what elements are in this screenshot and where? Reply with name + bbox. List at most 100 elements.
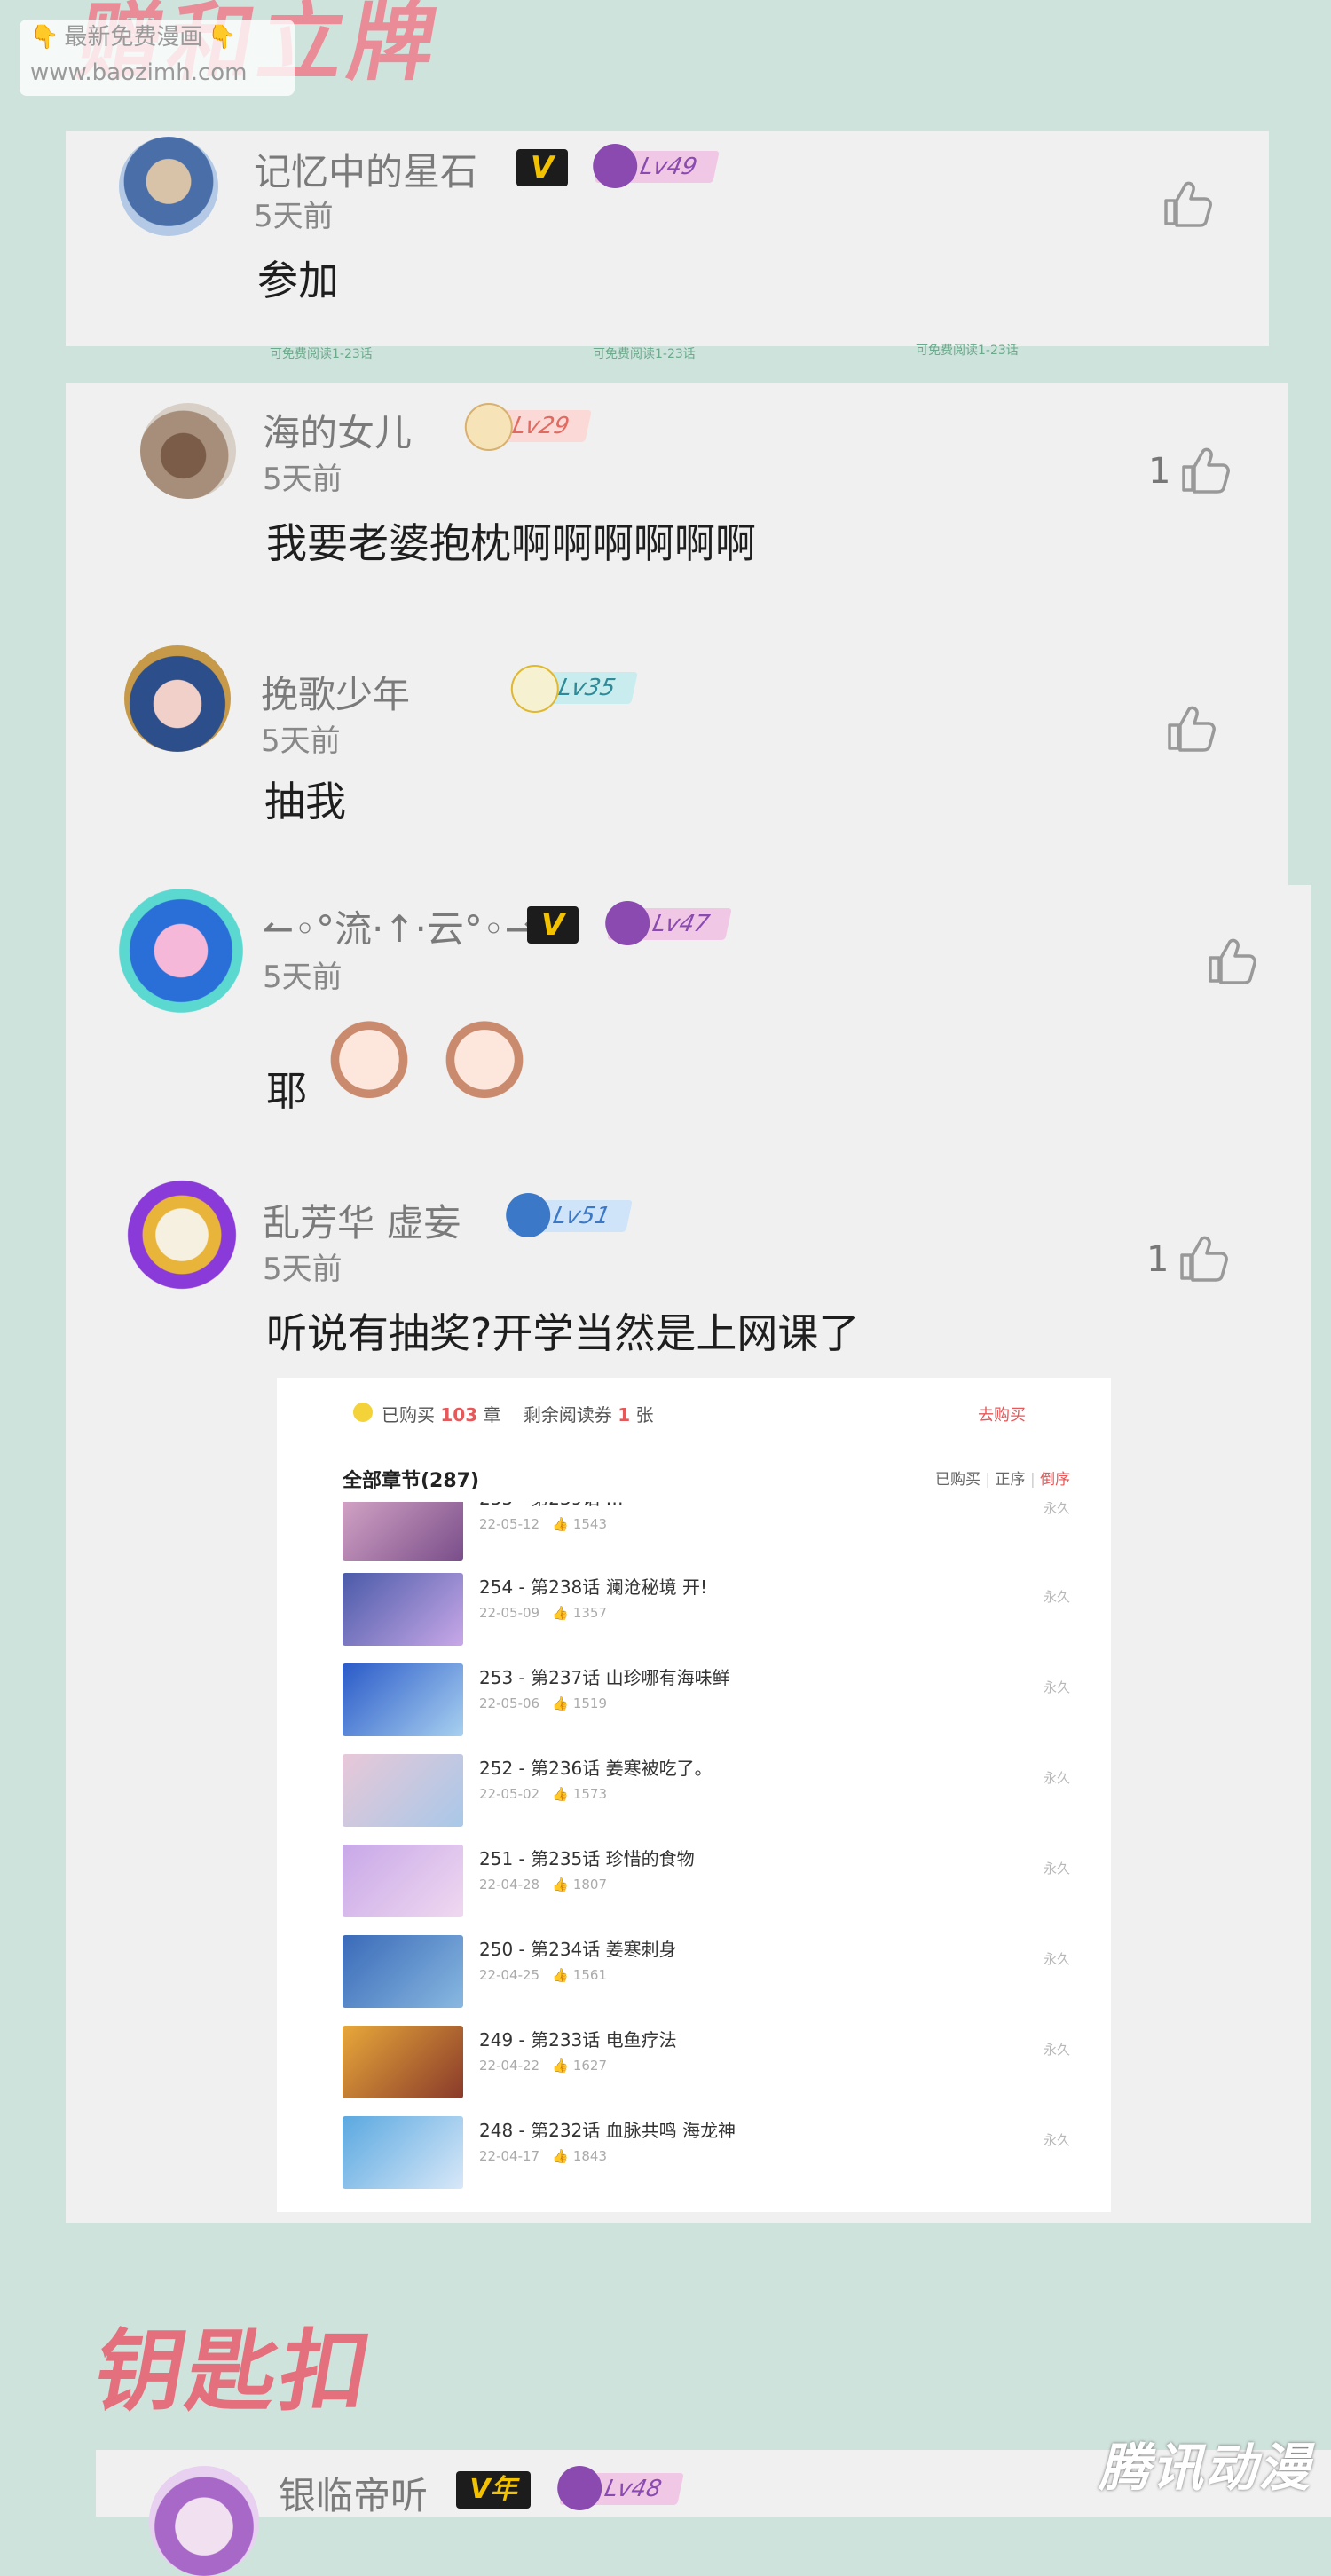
chapter-meta: 22-04-22 👍 1627 [479, 2058, 608, 2074]
chapter-thumbnail [343, 1502, 463, 1561]
thumbs-up-icon[interactable] [1164, 704, 1217, 754]
chapter-permission: 永久 [1043, 1589, 1070, 1605]
chapter-row[interactable]: 249 - 第233话 电鱼疗法 22-04-22 👍 1627 永久 [343, 2017, 1070, 2106]
purchase-summary: 已购买 103 章 剩余阅读券 1 张 [382, 1404, 654, 1426]
chapter-title: 250 - 第234话 姜寒刺身 [479, 1939, 677, 1960]
level-mascot-icon [510, 665, 559, 713]
faded-strip-text: 可免费阅读1-23话 [916, 344, 1019, 358]
chapter-thumbnail [343, 1754, 463, 1827]
chapter-meta: 22-05-12 👍 1543 [479, 1516, 608, 1532]
chapter-thumbnail [343, 1573, 463, 1646]
username[interactable]: 海的女儿 [263, 403, 412, 457]
chapter-title: 254 - 第238话 澜沧秘境 开! [479, 1576, 708, 1598]
chapter-title: 251 - 第235话 珍惜的食物 [479, 1848, 695, 1869]
timestamp: 5天前 [261, 723, 341, 759]
avatar[interactable] [149, 2466, 259, 2576]
chapter-meta: 22-05-02 👍 1573 [479, 1786, 608, 1802]
chapter-row[interactable]: 253 - 第237话 山珍哪有海味鲜 22-05-06 👍 1519 永久 [343, 1655, 1070, 1743]
avatar[interactable] [140, 403, 236, 499]
thumbs-up-icon[interactable] [1177, 1234, 1230, 1284]
comment-text: 听说有抽奖?开学当然是上网课了 [266, 1309, 860, 1357]
level-badge: Lv49 [593, 144, 720, 188]
comment-text: 耶 [266, 1067, 307, 1115]
vip-badge: V年 [456, 2471, 531, 2509]
level-badge: Lv48 [557, 2466, 684, 2510]
level-mascot-icon [464, 403, 513, 451]
chapter-thumbnail [343, 2116, 463, 2189]
comment-card: 乱芳华 虚妄 Lv51 5天前 听说有抽奖?开学当然是上网课了 1 已购买 10… [66, 1156, 1311, 2223]
username[interactable]: 记忆中的星石 [254, 142, 477, 196]
chapter-meta: 22-04-17 👍 1843 [479, 2148, 608, 2164]
sort-desc[interactable]: 倒序 [1040, 1471, 1070, 1489]
comment-text: 参加 [257, 257, 339, 304]
level-mascot-icon [506, 1193, 551, 1237]
level-badge: Lv51 [506, 1193, 633, 1237]
filter-controls: 已购买 | 正序 | 倒序 [935, 1471, 1071, 1489]
comment-card: 挽歌少年 Lv35 5天前 抽我 [66, 619, 1288, 885]
chapter-title: 248 - 第232话 血脉共鸣 海龙神 [479, 2120, 736, 2141]
avatar[interactable] [119, 889, 243, 1013]
comment-card: ↼◦°流·↑·云°◦⇀ V Lv47 5天前 耶 [66, 885, 1311, 1156]
chapter-permission: 永久 [1043, 2042, 1070, 2058]
vip-badge: V [516, 149, 568, 186]
chapter-permission: 永久 [1043, 1861, 1070, 1877]
like-count: 1 [1146, 1239, 1170, 1280]
chapter-meta: 22-05-06 👍 1519 [479, 1695, 608, 1711]
thumbs-up-icon[interactable] [1161, 179, 1214, 229]
faded-strip-text: 可免费阅读1-23话 [270, 347, 373, 361]
chapter-permission: 永久 [1043, 1502, 1070, 1516]
chapter-thumbnail [343, 2026, 463, 2098]
avatar[interactable] [119, 137, 218, 236]
watermark-url: www.baozimh.com [30, 59, 248, 86]
chapter-row[interactable]: 252 - 第236话 姜寒被吃了。 22-05-02 👍 1573 永久 [343, 1745, 1070, 1834]
chapter-list-screenshot: 已购买 103 章 剩余阅读券 1 张 去购买 全部章节(287) 已购买 | … [277, 1378, 1111, 2212]
username[interactable]: 乱芳华 虚妄 [263, 1193, 461, 1247]
chapter-meta: 22-05-09 👍 1357 [479, 1605, 608, 1621]
buy-button[interactable]: 去购买 [978, 1403, 1026, 1426]
timestamp: 5天前 [263, 1252, 343, 1287]
sort-asc[interactable]: 正序 [996, 1471, 1026, 1489]
username[interactable]: 银临帝听 [279, 2466, 428, 2520]
timestamp: 5天前 [263, 462, 343, 497]
level-badge: Lv29 [464, 403, 592, 451]
chapter-thumbnail [343, 1845, 463, 1917]
chapter-permission: 永久 [1043, 2132, 1070, 2148]
level-mascot-icon [593, 144, 638, 188]
watermark-text: 最新免费漫画 [64, 24, 203, 51]
brand-logo: 腾讯动漫 [1098, 2438, 1311, 2498]
username[interactable]: 挽歌少年 [261, 665, 410, 719]
chapter-thumbnail [343, 1935, 463, 2008]
filter-bought[interactable]: 已购买 [935, 1471, 981, 1489]
chapter-list: 255 - 第239话 … 22-05-12 👍 1543 永久 254 - 第… [343, 1502, 1070, 2212]
timestamp: 5天前 [263, 960, 343, 995]
chapter-title: 253 - 第237话 山珍哪有海味鲜 [479, 1667, 730, 1688]
chapter-title: 255 - 第239话 … [479, 1502, 624, 1510]
faded-strip-text: 可免费阅读1-23话 [593, 347, 696, 361]
thumbs-up-icon[interactable] [1178, 446, 1232, 495]
comment-text: 抽我 [264, 778, 346, 826]
pointing-hand-icon: 👇 [30, 24, 59, 51]
chapter-meta: 22-04-25 👍 1561 [479, 1967, 608, 1983]
timestamp: 5天前 [254, 199, 334, 234]
chapter-row[interactable]: 248 - 第232话 血脉共鸣 海龙神 22-04-17 👍 1843 永久 [343, 2107, 1070, 2196]
chapter-row[interactable]: 255 - 第239话 … 22-05-12 👍 1543 永久 [343, 1502, 1070, 1564]
chapter-permission: 永久 [1043, 1679, 1070, 1695]
pointing-hand-icon: 👇 [208, 24, 237, 51]
chapter-thumbnail [343, 1663, 463, 1736]
comment-card: 记忆中的星石 V Lv49 5天前 参加 可免费阅读1-23话 可免费阅读1-2… [66, 131, 1269, 361]
chapter-row[interactable]: 254 - 第238话 澜沧秘境 开! 22-05-09 👍 1357 永久 [343, 1564, 1070, 1653]
chapter-meta: 22-04-28 👍 1807 [479, 1877, 608, 1892]
chapter-permission: 永久 [1043, 1770, 1070, 1786]
thumbs-up-icon[interactable] [1205, 936, 1258, 986]
chapter-row[interactable]: 251 - 第235话 珍惜的食物 22-04-28 👍 1807 永久 [343, 1836, 1070, 1924]
avatar[interactable] [124, 645, 231, 752]
all-chapters-header: 全部章节(287) [343, 1470, 480, 1492]
coin-icon [353, 1403, 373, 1422]
sticker-emoji [323, 1013, 415, 1098]
chapter-permission: 永久 [1043, 1951, 1070, 1967]
avatar[interactable] [121, 1173, 243, 1296]
username[interactable]: ↼◦°流·↑·云°◦⇀ [263, 899, 536, 953]
chapter-row[interactable]: 250 - 第234话 姜寒刺身 22-04-25 👍 1561 永久 [343, 1926, 1070, 2015]
level-badge: Lv35 [510, 665, 638, 713]
level-badge: Lv47 [605, 901, 732, 945]
